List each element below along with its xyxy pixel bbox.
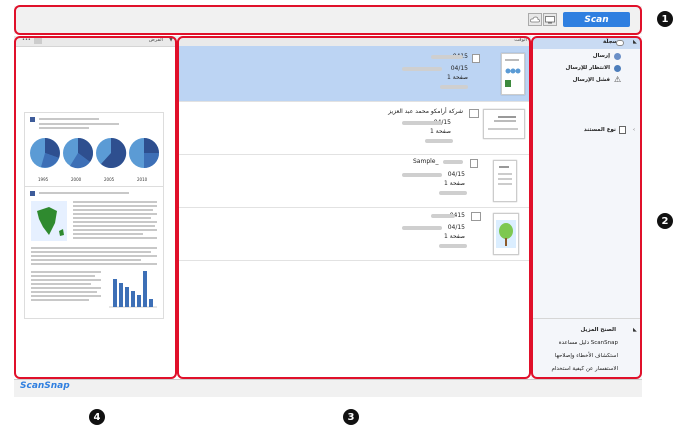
callout-toolbar-box [14,5,642,35]
callout-badge-1: 1 [657,11,673,27]
scansnap-logo: ScanSnap [20,381,70,391]
footer-bar [14,379,642,397]
callout-badge-3: 3 [343,409,359,425]
callout-nav-box [531,36,642,379]
callout-badge-2: 2 [657,213,673,229]
callout-list-box [177,36,531,379]
callout-badge-4: 4 [89,409,105,425]
callout-preview-box [14,36,177,379]
